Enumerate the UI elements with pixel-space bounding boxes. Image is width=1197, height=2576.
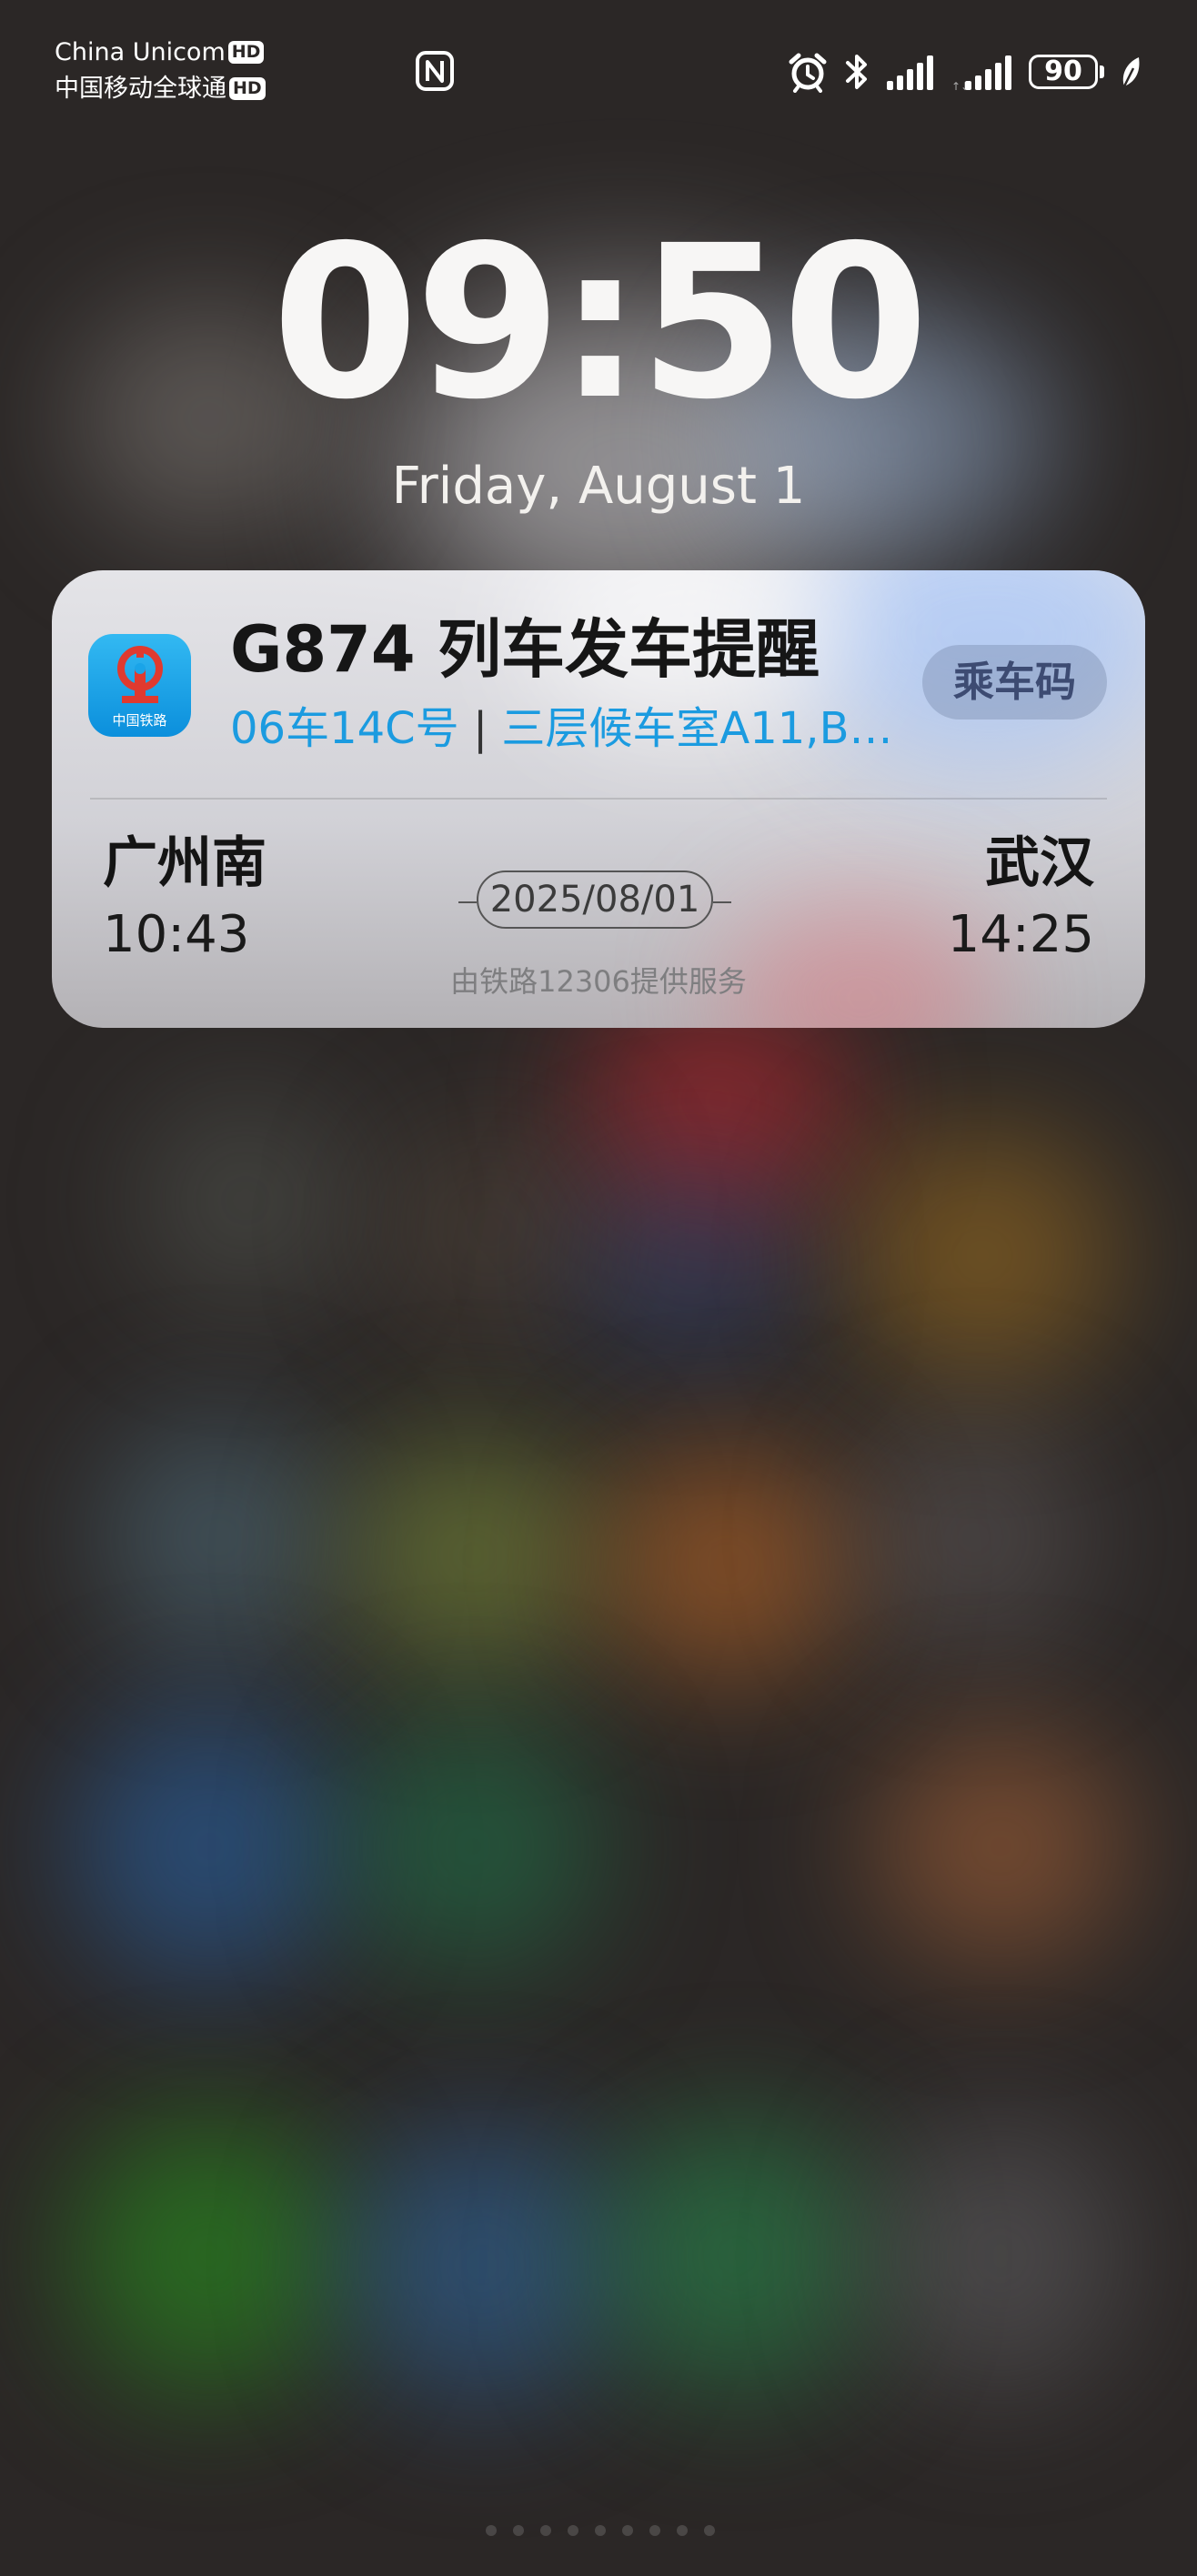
lockscreen-date: Friday, August 1 <box>391 457 806 516</box>
carrier-line-2: 中国移动全球通 HD <box>55 71 266 107</box>
battery-icon: 90 <box>1029 55 1104 89</box>
service-provider: 由铁路12306提供服务 <box>450 964 747 999</box>
china-railway-logo-icon <box>117 646 163 703</box>
battery-cap <box>1100 65 1104 78</box>
lockscreen-clock: 09:50 <box>271 200 929 446</box>
travel-date: 2025/08/01 <box>477 870 713 929</box>
nfc-icon <box>416 51 454 91</box>
carrier-2-name: 中国移动全球通 <box>55 75 226 103</box>
train-reminder-notification[interactable]: 中国铁路 G874 列车发车提醒 06车14C号 | 三层候车室A11,B… 乘… <box>52 570 1145 1028</box>
alarm-icon <box>789 53 827 93</box>
departure-station: 广州南 <box>103 831 267 895</box>
hd-badge: HD <box>229 77 266 100</box>
boarding-code-button[interactable]: 乘车码 <box>922 645 1107 719</box>
date-line-right <box>713 901 731 903</box>
carrier-info: China Unicom HD 中国移动全球通 HD <box>55 35 266 107</box>
page-indicator <box>486 2525 715 2536</box>
signal-icon: ↑↓ <box>951 55 1011 92</box>
departure-time: 10:43 <box>103 905 250 964</box>
system-icons: ↑↓ 90 <box>787 49 1142 95</box>
seat-info: 06车14C号 <box>230 703 459 754</box>
eco-leaf-icon <box>1122 57 1140 87</box>
date-line-left <box>458 901 477 903</box>
status-bar: China Unicom HD 中国移动全球通 HD ↑↓ 90 <box>0 0 1197 127</box>
signal-icon <box>887 55 933 90</box>
travel-date-chip: 2025/08/01 <box>458 870 731 934</box>
bluetooth-icon <box>846 55 867 89</box>
carrier-line-1: China Unicom HD <box>55 35 266 71</box>
battery-level: 90 <box>1029 55 1098 89</box>
arrival-station: 武汉 <box>985 831 1094 895</box>
carrier-1-name: China Unicom <box>55 38 226 66</box>
notification-title: G874 列车发车提醒 <box>230 612 820 687</box>
notification-subtitle: 06车14C号 | 三层候车室A11,B… <box>230 699 893 758</box>
app-icon-china-railway[interactable]: 中国铁路 <box>88 634 191 737</box>
waiting-room-info: 三层候车室A11,B… <box>501 703 893 754</box>
card-divider <box>90 798 1107 800</box>
arrival-time: 14:25 <box>947 905 1094 964</box>
subtitle-separator: | <box>472 703 488 754</box>
app-icon-label: 中国铁路 <box>112 712 167 729</box>
hd-badge: HD <box>227 41 265 64</box>
